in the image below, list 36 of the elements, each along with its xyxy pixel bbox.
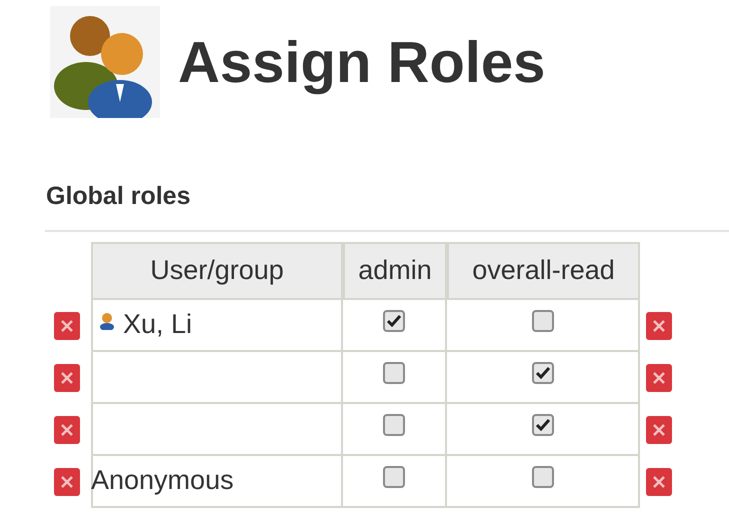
close-icon (653, 476, 665, 488)
delete-button[interactable] (646, 364, 672, 392)
delete-button[interactable] (646, 468, 672, 496)
close-icon (653, 320, 665, 332)
delete-button[interactable] (646, 312, 672, 340)
close-icon (61, 372, 73, 384)
checkbox[interactable] (532, 310, 554, 332)
check-icon (536, 366, 550, 378)
checkbox[interactable] (532, 414, 554, 436)
checkbox[interactable] (383, 466, 405, 488)
column-header: overall-read (447, 242, 640, 300)
delete-button[interactable] (54, 364, 80, 392)
people-icon (50, 6, 160, 118)
section-title: Global roles (46, 181, 190, 212)
column-header: User/group (91, 242, 343, 300)
delete-button[interactable] (54, 312, 80, 340)
delete-button[interactable] (54, 468, 80, 496)
user-name: Anonymous (91, 464, 234, 497)
checkbox[interactable] (383, 362, 405, 384)
page-title: Assign Roles (178, 28, 546, 96)
column-header: admin (343, 242, 447, 300)
close-icon (653, 372, 665, 384)
check-icon (387, 314, 401, 326)
delete-button[interactable] (646, 416, 672, 444)
close-icon (61, 424, 73, 436)
user-name: Xu, Li (123, 308, 192, 340)
check-icon (536, 418, 550, 430)
delete-button[interactable] (54, 416, 80, 444)
checkbox[interactable] (532, 466, 554, 488)
close-icon (61, 476, 73, 488)
checkbox[interactable] (383, 310, 405, 332)
close-icon (61, 320, 73, 332)
user-icon (99, 312, 115, 330)
checkbox[interactable] (383, 414, 405, 436)
checkbox[interactable] (532, 362, 554, 384)
close-icon (653, 424, 665, 436)
